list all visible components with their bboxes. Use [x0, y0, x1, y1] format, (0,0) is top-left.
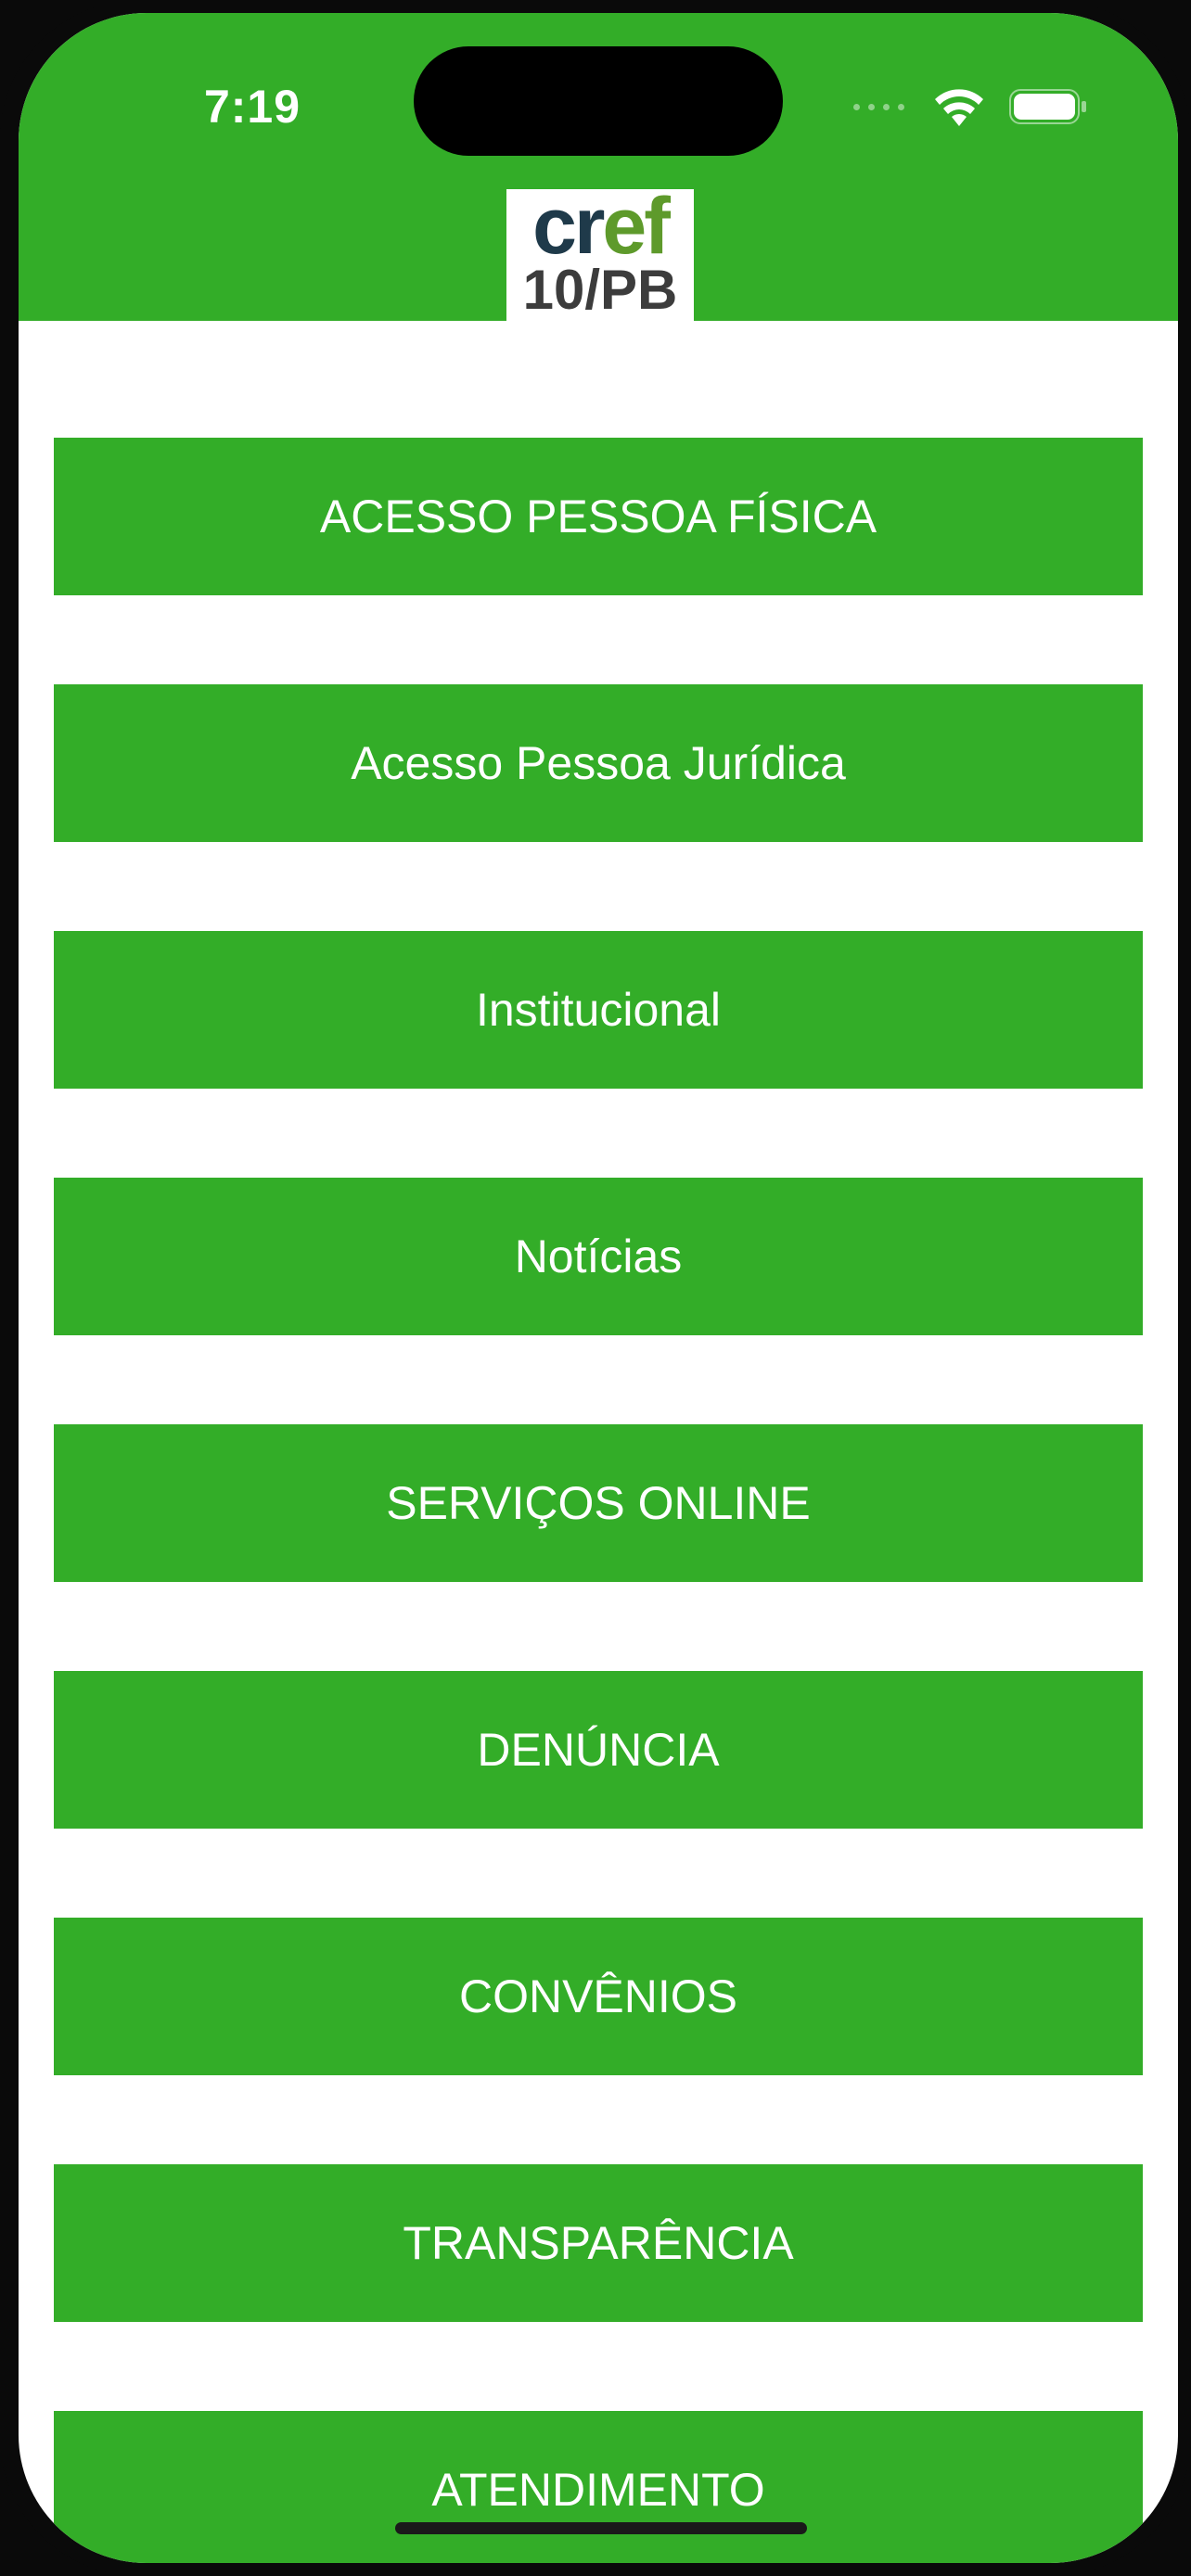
menu-button-acesso-pessoa-juridica[interactable]: Acesso Pessoa Jurídica: [54, 684, 1143, 842]
wifi-icon: [935, 89, 983, 126]
logo-word-green: ef: [602, 182, 670, 271]
menu-button-noticias[interactable]: Notícias: [54, 1178, 1143, 1335]
logo-wordmark: cref: [506, 184, 694, 269]
menu-button-acesso-pessoa-fisica[interactable]: ACESSO PESSOA FÍSICA: [54, 438, 1143, 595]
battery-icon: [1009, 89, 1086, 124]
logo-subtitle: 10/PB: [522, 259, 678, 321]
status-time: 7:19: [203, 81, 301, 133]
menu-button-denuncia[interactable]: DENÚNCIA: [54, 1671, 1143, 1829]
app-header: 7:19 cref 10/PB: [19, 13, 1178, 321]
home-indicator[interactable]: [395, 2522, 807, 2534]
cref-logo: cref 10/PB: [506, 184, 694, 321]
dynamic-island: [414, 46, 783, 156]
menu-button-convenios[interactable]: CONVÊNIOS: [54, 1918, 1143, 2075]
menu-button-institucional[interactable]: Institucional: [54, 931, 1143, 1089]
menu-button-transparencia[interactable]: TRANSPARÊNCIA: [54, 2164, 1143, 2322]
status-icons: [853, 85, 1113, 132]
logo-word-dark: cr: [532, 182, 605, 271]
app-screen: 7:19 cref 10/PB ACESSO PESSOA FÍSICA Ace…: [19, 13, 1178, 2563]
menu-button-servicos-online[interactable]: SERVIÇOS ONLINE: [54, 1424, 1143, 1582]
menu-button-atendimento[interactable]: ATENDIMENTO: [54, 2411, 1143, 2563]
phone-frame: 7:19 cref 10/PB ACESSO PESSOA FÍSICA Ace…: [0, 0, 1191, 2576]
cellular-signal-icon: [853, 104, 909, 113]
